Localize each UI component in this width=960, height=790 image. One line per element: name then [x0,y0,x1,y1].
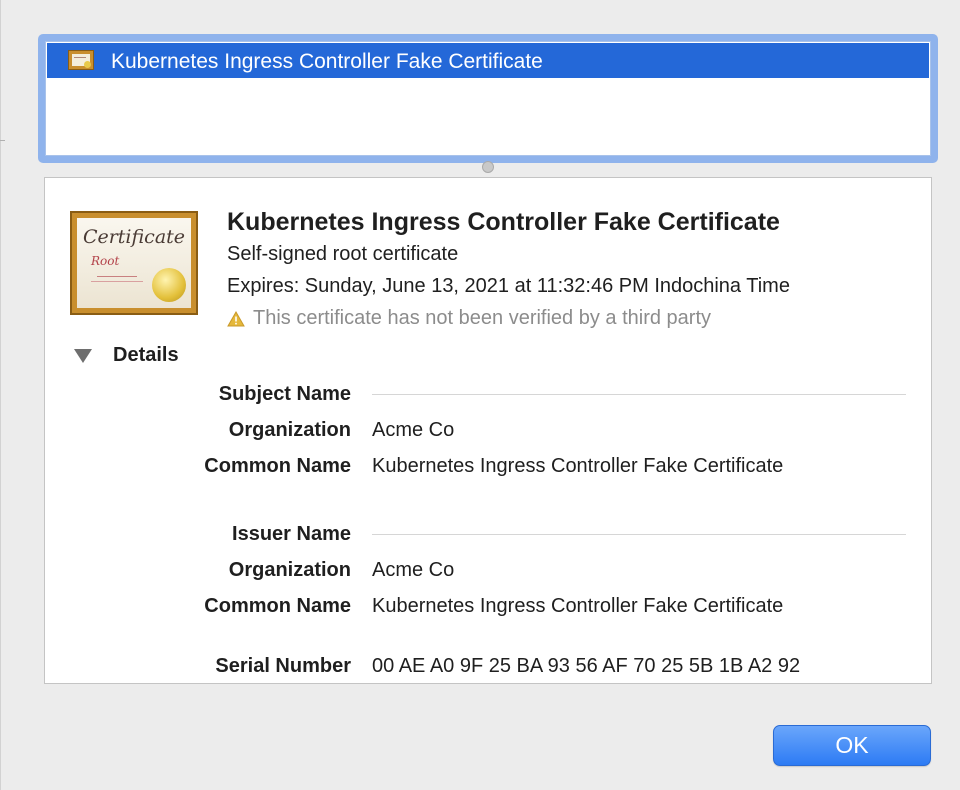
certificate-expiry: Expires: Sunday, June 13, 2021 at 11:32:… [227,275,790,297]
seal-icon [152,268,186,302]
issuer-name-heading: Issuer Name [232,523,351,545]
certificate-badge-title: Certificate [82,226,186,248]
window-edge-tick [0,140,5,141]
subject-common-name-label: Common Name [204,455,351,477]
subject-name-heading: Subject Name [218,383,351,405]
warning-icon [227,311,245,327]
subject-organization-value: Acme Co [372,419,455,441]
issuer-organization-label: Organization [228,559,351,581]
certificate-badge-subtitle: Root [91,254,120,268]
subject-organization-label: Organization [228,419,351,441]
serial-number-value: 00 AE A0 9F 25 BA 93 56 AF 70 25 5B 1B A… [372,655,801,677]
details-toggle-label[interactable]: Details [113,344,179,367]
serial-number-label: Serial Number [215,655,351,677]
disclosure-triangle-icon[interactable] [74,349,92,363]
issuer-organization-value: Acme Co [372,559,455,581]
ok-button[interactable]: OK [773,725,931,766]
issuer-divider [372,534,906,535]
subject-divider [372,394,906,395]
issuer-common-name-label: Common Name [204,595,351,617]
certificate-list-item-label: Kubernetes Ingress Controller Fake Certi… [111,50,543,73]
certificate-badge-icon: Certificate Root [70,211,198,315]
certificate-list-item[interactable]: Kubernetes Ingress Controller Fake Certi… [47,43,929,78]
certificate-icon [68,50,94,70]
certificate-detail-panel: Certificate Root Kubernetes Ingress Cont… [44,177,932,684]
certificate-type: Self-signed root certificate [227,243,459,265]
pane-splitter-handle[interactable] [482,161,494,173]
certificate-warning: This certificate has not been verified b… [253,307,712,329]
certificate-title: Kubernetes Ingress Controller Fake Certi… [227,208,780,236]
subject-common-name-value: Kubernetes Ingress Controller Fake Certi… [372,455,784,477]
certificate-list[interactable]: Kubernetes Ingress Controller Fake Certi… [45,41,931,156]
issuer-common-name-value: Kubernetes Ingress Controller Fake Certi… [372,595,784,617]
window-edge [0,0,1,790]
